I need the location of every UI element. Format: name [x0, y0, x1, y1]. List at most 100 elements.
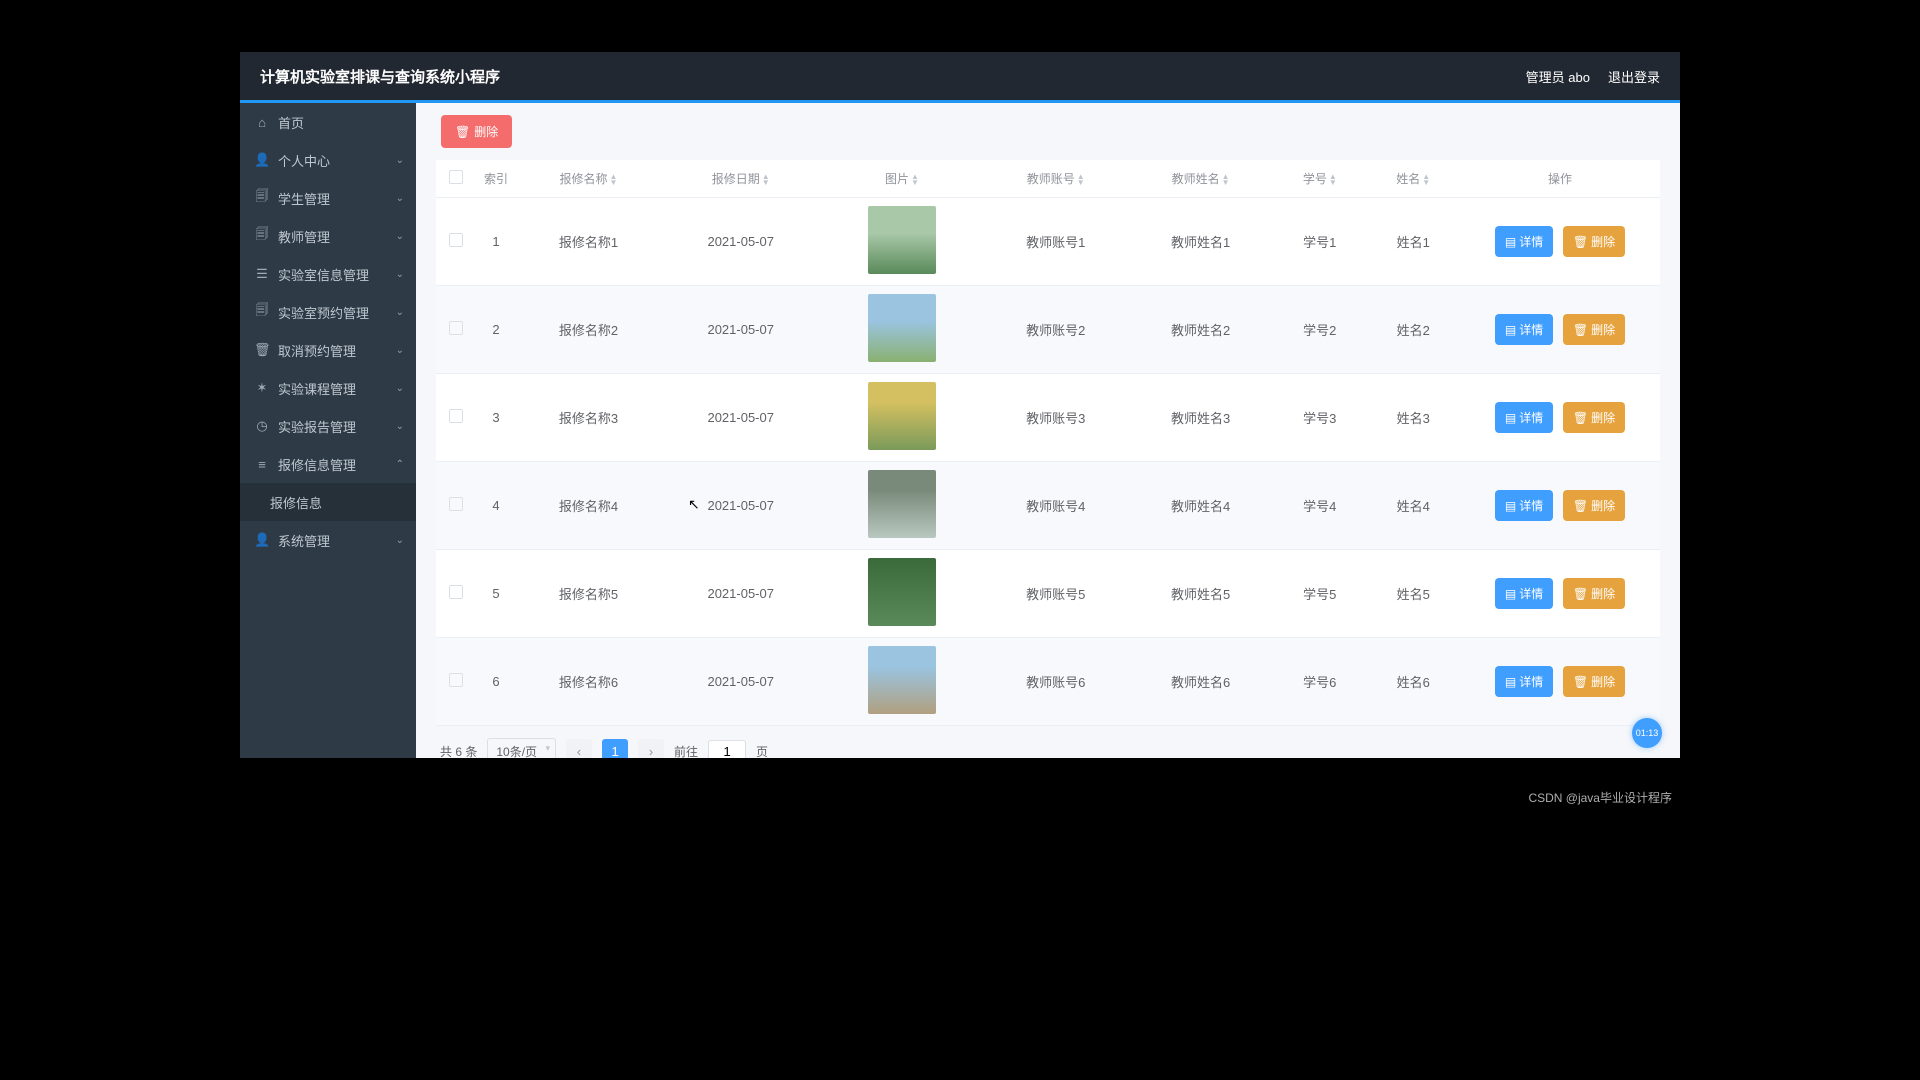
- detail-button[interactable]: ▤详情: [1495, 490, 1553, 521]
- page-size-select[interactable]: 10条/页: [487, 738, 556, 758]
- sidebar-item-label: 学生管理: [278, 189, 330, 208]
- sidebar-item-6[interactable]: 🗑 取消预约管理 ⌄: [240, 331, 416, 369]
- sidebar-item-2[interactable]: 🗐 学生管理 ⌄: [240, 179, 416, 217]
- detail-button[interactable]: ▤详情: [1495, 666, 1553, 697]
- next-page-button[interactable]: ›: [638, 739, 664, 759]
- sidebar-item-7[interactable]: ✶ 实验课程管理 ⌄: [240, 369, 416, 407]
- cell-student-id: 学号3: [1273, 374, 1366, 462]
- cell-student-name: 姓名6: [1367, 638, 1461, 726]
- app-title: 计算机实验室排课与查询系统小程序: [260, 66, 500, 87]
- sidebar-item-label: 个人中心: [278, 151, 330, 170]
- sidebar-item-4[interactable]: ☰ 实验室信息管理 ⌄: [240, 255, 416, 293]
- row-checkbox[interactable]: [449, 233, 463, 247]
- row-delete-button[interactable]: 🗑删除: [1563, 226, 1625, 257]
- cell-date: 2021-05-07: [661, 638, 821, 726]
- sidebar-sub-item[interactable]: 报修信息: [240, 483, 416, 521]
- cell-student-id: 学号4: [1273, 462, 1366, 550]
- sidebar-item-3[interactable]: 🗐 教师管理 ⌄: [240, 217, 416, 255]
- row-checkbox[interactable]: [449, 673, 463, 687]
- cell-date: 2021-05-07: [661, 462, 821, 550]
- thumbnail-image[interactable]: [868, 470, 936, 538]
- sidebar-item-10[interactable]: 👤 系统管理 ⌄: [240, 521, 416, 559]
- row-checkbox[interactable]: [449, 497, 463, 511]
- row-checkbox[interactable]: [449, 321, 463, 335]
- cell-teacher-name: 教师姓名4: [1128, 462, 1273, 550]
- sidebar-item-label: 实验室信息管理: [278, 265, 369, 284]
- sidebar-item-0[interactable]: ⌂ 首页: [240, 103, 416, 141]
- cell-name: 报修名称3: [516, 374, 661, 462]
- doc-icon: ▤: [1505, 675, 1516, 689]
- col-teacher-account[interactable]: 教师账号▲▼: [983, 160, 1128, 198]
- chevron-icon: ⌃: [396, 459, 404, 470]
- col-action: 操作: [1460, 160, 1660, 198]
- col-student-id[interactable]: 学号▲▼: [1273, 160, 1366, 198]
- goto-page-input[interactable]: [708, 740, 746, 759]
- detail-button[interactable]: ▤详情: [1495, 226, 1553, 257]
- sidebar-item-label: 取消预约管理: [278, 341, 356, 360]
- menu-icon: 🗐: [254, 301, 270, 323]
- thumbnail-image[interactable]: [868, 206, 936, 274]
- row-delete-button[interactable]: 🗑删除: [1563, 666, 1625, 697]
- col-date[interactable]: 报修日期▲▼: [661, 160, 821, 198]
- doc-icon: ▤: [1505, 235, 1516, 249]
- doc-icon: ▤: [1505, 323, 1516, 337]
- trash-icon: 🗑: [1573, 235, 1588, 249]
- col-teacher-name[interactable]: 教师姓名▲▼: [1128, 160, 1273, 198]
- cell-index: 2: [476, 286, 516, 374]
- thumbnail-image[interactable]: [868, 382, 936, 450]
- cell-index: 4: [476, 462, 516, 550]
- col-name[interactable]: 报修名称▲▼: [516, 160, 661, 198]
- row-delete-button[interactable]: 🗑删除: [1563, 314, 1625, 345]
- table-row: 2 报修名称2 2021-05-07 教师账号2 教师姓名2 学号2 姓名2 ▤…: [436, 286, 1660, 374]
- cell-teacher-account: 教师账号6: [983, 638, 1128, 726]
- watermark: CSDN @java毕业设计程序: [1528, 789, 1672, 806]
- admin-label[interactable]: 管理员 abo: [1526, 67, 1590, 86]
- thumbnail-image[interactable]: [868, 646, 936, 714]
- detail-button[interactable]: ▤详情: [1495, 314, 1553, 345]
- cell-student-name: 姓名2: [1367, 286, 1461, 374]
- table-row: 1 报修名称1 2021-05-07 教师账号1 教师姓名1 学号1 姓名1 ▤…: [436, 198, 1660, 286]
- cell-teacher-account: 教师账号5: [983, 550, 1128, 638]
- thumbnail-image[interactable]: [868, 294, 936, 362]
- sidebar-item-5[interactable]: 🗐 实验室预约管理 ⌄: [240, 293, 416, 331]
- trash-icon: 🗑: [1573, 411, 1588, 425]
- row-delete-button[interactable]: 🗑删除: [1563, 578, 1625, 609]
- row-checkbox[interactable]: [449, 409, 463, 423]
- timer-badge: 01:13: [1632, 718, 1662, 748]
- cell-date: 2021-05-07: [661, 198, 821, 286]
- detail-button[interactable]: ▤详情: [1495, 578, 1553, 609]
- chevron-icon: ⌄: [396, 231, 404, 242]
- menu-icon: ◷: [254, 418, 270, 434]
- row-delete-button[interactable]: 🗑删除: [1563, 402, 1625, 433]
- page-number-1[interactable]: 1: [602, 739, 628, 759]
- table-row: 4 报修名称4 2021-05-07 教师账号4 教师姓名4 学号4 姓名4 ▤…: [436, 462, 1660, 550]
- prev-page-button[interactable]: ‹: [566, 739, 592, 759]
- trash-icon: 🗑: [1573, 499, 1588, 513]
- doc-icon: ▤: [1505, 587, 1516, 601]
- row-checkbox[interactable]: [449, 585, 463, 599]
- col-student-name[interactable]: 姓名▲▼: [1367, 160, 1461, 198]
- col-image[interactable]: 图片▲▼: [821, 160, 984, 198]
- select-all-checkbox[interactable]: [449, 170, 463, 184]
- cell-date: 2021-05-07: [661, 286, 821, 374]
- menu-icon: ☰: [254, 266, 270, 282]
- chevron-icon: ⌄: [396, 345, 404, 356]
- doc-icon: ▤: [1505, 411, 1516, 425]
- row-delete-button[interactable]: 🗑删除: [1563, 490, 1625, 521]
- main-content: 🗑 删除 索引 报修名称▲▼ 报修日期▲▼ 图片▲▼ 教师账号▲▼ 教师姓名▲▼: [416, 103, 1680, 758]
- cell-teacher-name: 教师姓名6: [1128, 638, 1273, 726]
- cell-teacher-name: 教师姓名2: [1128, 286, 1273, 374]
- sidebar-item-8[interactable]: ◷ 实验报告管理 ⌄: [240, 407, 416, 445]
- cell-index: 5: [476, 550, 516, 638]
- detail-button[interactable]: ▤详情: [1495, 402, 1553, 433]
- bulk-delete-button[interactable]: 🗑 删除: [441, 115, 512, 148]
- trash-icon: 🗑: [1573, 675, 1588, 689]
- thumbnail-image[interactable]: [868, 558, 936, 626]
- total-count: 共 6 条: [440, 743, 477, 758]
- sidebar-item-1[interactable]: 👤 个人中心 ⌄: [240, 141, 416, 179]
- logout-link[interactable]: 退出登录: [1608, 67, 1660, 86]
- sidebar-item-9[interactable]: ≡ 报修信息管理 ⌃: [240, 445, 416, 483]
- sidebar-item-label: 实验课程管理: [278, 379, 356, 398]
- menu-icon: ✶: [254, 380, 270, 396]
- cell-student-name: 姓名3: [1367, 374, 1461, 462]
